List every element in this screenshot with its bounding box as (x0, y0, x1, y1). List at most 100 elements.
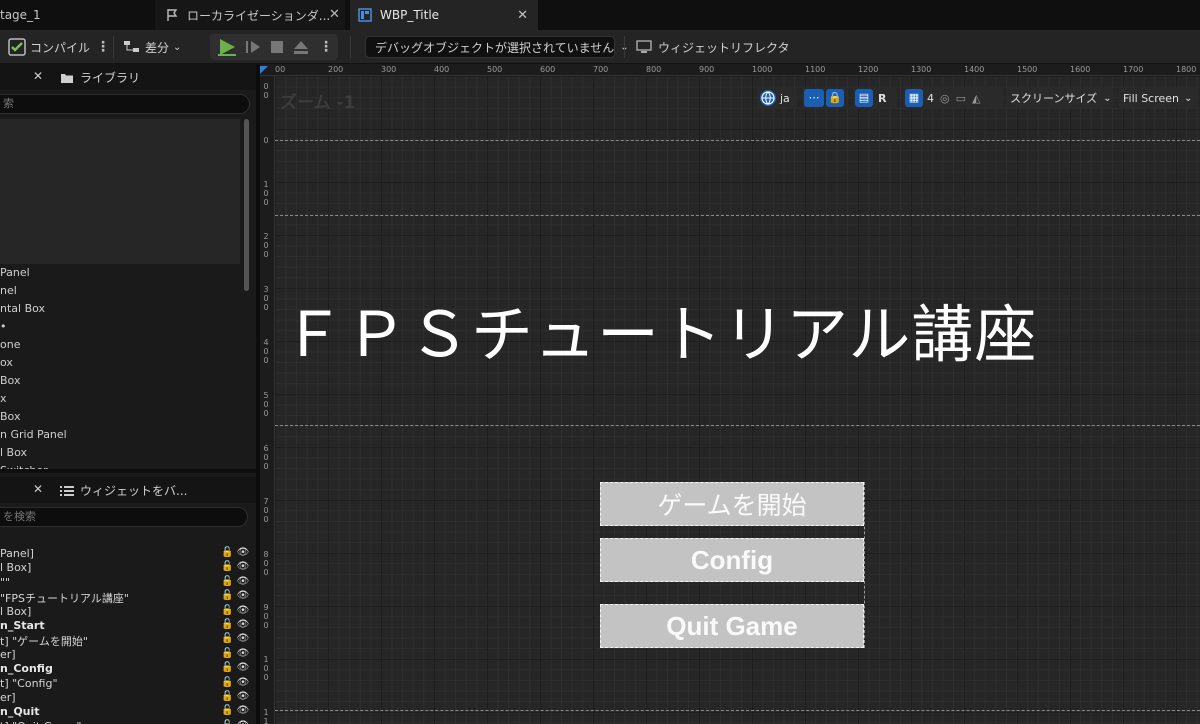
diff-icon (124, 41, 139, 52)
list-item[interactable]: • (0, 320, 7, 333)
compile-button[interactable]: コンパイル ⋮ (8, 35, 110, 59)
lock-visibility-icons[interactable]: 🔓 👁 (221, 605, 249, 616)
step-icon[interactable] (243, 37, 263, 57)
widget-reflector-button[interactable]: ウィジェットリフレクタ (636, 35, 790, 59)
list-item[interactable]: x (0, 392, 7, 405)
lock-visibility-icons[interactable]: 🔓 👁 (221, 677, 249, 688)
list-item[interactable]: nel (0, 284, 17, 297)
palette-search-input[interactable]: 索 (0, 94, 250, 114)
debug-object-select[interactable]: デバッグオブジェクトが選択されていません ⌄ (365, 36, 629, 58)
list-item[interactable]: one (0, 338, 20, 351)
screen-size-dropdown[interactable]: スクリーンサイズ ⌄ (1006, 87, 1114, 109)
tab-wbp-title[interactable]: WBP_Title ✕ (350, 0, 538, 30)
tab-hierarchy[interactable]: ウィジェットをバ... (60, 482, 187, 499)
quit-game-button[interactable]: Quit Game (600, 604, 864, 648)
hierarchy-search-input[interactable]: を検索 (0, 507, 248, 527)
palette-scrollbar[interactable] (244, 119, 249, 291)
lock-visibility-icons[interactable]: 🔓 👁 (221, 648, 249, 659)
ruler-tick-label: 00 (275, 65, 286, 74)
diff-button[interactable]: 差分 ⌄ (123, 35, 181, 59)
stop-icon[interactable] (267, 37, 287, 57)
title-text-block[interactable]: ＦＰＳチュートリアル講座 (282, 284, 1037, 374)
ruler-tick-label: 0 (263, 515, 269, 524)
outline-icon[interactable]: ◎ (940, 92, 950, 105)
tab-stage-label: tage_1 (0, 8, 41, 22)
palette-tab-bar: ✕ ライブラリ (0, 64, 256, 90)
eject-icon[interactable] (291, 37, 311, 57)
close-icon[interactable]: ✕ (517, 8, 528, 23)
toolbar-divider (113, 36, 114, 58)
ruler-tick-label: 3 (263, 285, 269, 294)
table-row[interactable]: er] (0, 691, 16, 704)
ruler-tick-label: 800 (646, 65, 662, 74)
debug-select-value: デバッグオブジェクトが選択されていません (375, 40, 615, 55)
config-button[interactable]: Config (600, 538, 864, 582)
r-label: R (878, 91, 887, 105)
image-icon[interactable]: ▭ (956, 92, 966, 105)
lock-visibility-icons[interactable]: 🔓 👁 (221, 576, 249, 587)
lock-visibility-icons[interactable]: 🔓 👁 (221, 633, 249, 644)
ruler-tick-label: 0 (263, 303, 269, 312)
list-item[interactable]: ntal Box (0, 302, 45, 315)
table-row[interactable]: n_Config (0, 662, 53, 675)
list-item[interactable]: ox (0, 356, 13, 369)
fill-screen-label: Fill Screen (1123, 91, 1180, 105)
table-row[interactable]: er] (0, 648, 16, 661)
left-panel: ✕ ライブラリ 索 Panel nel ntal Box • one ox Bo… (0, 64, 256, 724)
ruler-tick-label: 0 (263, 356, 269, 365)
designer-canvas[interactable]: 00 200 300 400 500 600 700 800 900 1000 1100 1200 13… (260, 64, 1200, 724)
lock-visibility-icons[interactable]: 🔓 👁 (221, 705, 249, 716)
vertical-ruler: 00010020030040050060070080090010011 (260, 76, 275, 724)
table-row[interactable]: l Box] (0, 561, 31, 574)
list-item[interactable]: n Grid Panel (0, 428, 67, 441)
table-row[interactable]: n_Quit (0, 705, 40, 718)
play-icon[interactable] (215, 36, 239, 58)
lock-visibility-icons[interactable]: 🔓 👁 (221, 547, 249, 558)
play-controls: ⋮ (210, 34, 338, 60)
flag-icon (167, 9, 178, 21)
table-row[interactable]: "" (0, 576, 10, 589)
close-icon[interactable]: ✕ (33, 482, 43, 496)
start-game-button[interactable]: ゲームを開始 (600, 482, 864, 526)
mirror-icon[interactable]: ◭ (972, 92, 980, 105)
list-item[interactable]: l Box (0, 446, 27, 459)
table-row[interactable]: n_Start (0, 619, 45, 632)
ruler-tick-label: 1700 (1123, 65, 1144, 74)
tab-wbp-title-label: WBP_Title (380, 8, 440, 22)
close-icon[interactable]: ✕ (329, 7, 340, 22)
table-row[interactable]: t] "Quit Game" (0, 720, 81, 724)
lock-visibility-icons[interactable]: 🔓 👁 (221, 590, 249, 601)
lock-visibility-icons[interactable]: 🔓 👁 (221, 691, 249, 702)
language-preview-button[interactable]: ja (757, 87, 797, 109)
ruler-tick-label: 2 (263, 232, 269, 241)
table-row[interactable]: t] "Config" (0, 677, 58, 690)
lock-visibility-icons[interactable]: 🔓 👁 (221, 619, 249, 630)
zoom-level-label: ズーム -1 (280, 93, 356, 113)
ruler-tick-label: 0 (263, 400, 269, 409)
tab-library[interactable]: ライブラリ (60, 69, 140, 86)
ruler-tick-label: 0 (263, 559, 269, 568)
globe-icon (760, 90, 776, 106)
fill-screen-dropdown[interactable]: Fill Screen ⌄ (1119, 87, 1197, 109)
table-row[interactable]: l Box] (0, 605, 31, 618)
lock-visibility-icons[interactable]: 🔓 👁 (221, 561, 249, 572)
grid-snap-controls[interactable]: ▦ 4 ◎ ▭ ◭ (903, 87, 1003, 109)
list-item[interactable]: Box (0, 374, 20, 387)
list-item[interactable]: Box (0, 410, 20, 423)
lock-visibility-icons[interactable]: 🔓 👁 (221, 720, 249, 724)
panel-splitter[interactable] (0, 469, 256, 473)
monitor-icon (636, 40, 652, 53)
respect-lock-toggle[interactable]: ▤ R (853, 87, 897, 109)
tab-localization-dashboard[interactable]: ローカライゼーションダ... (155, 0, 345, 30)
list-item[interactable]: Panel (0, 266, 30, 279)
ruler-tick-label: 500 (487, 65, 503, 74)
lock-toggle[interactable]: ⋯ 🔒 (802, 87, 847, 109)
more-options-icon[interactable]: ⋮ (319, 39, 333, 55)
close-icon[interactable]: ✕ (33, 69, 43, 83)
table-row[interactable]: Panel] (0, 547, 34, 560)
tab-stage[interactable]: tage_1 (0, 0, 150, 30)
lock-visibility-icons[interactable]: 🔓 👁 (221, 662, 249, 673)
ruler-tick-label: 4 (263, 338, 269, 347)
more-options-icon[interactable]: ⋮ (96, 39, 110, 55)
language-code: ja (780, 91, 790, 105)
